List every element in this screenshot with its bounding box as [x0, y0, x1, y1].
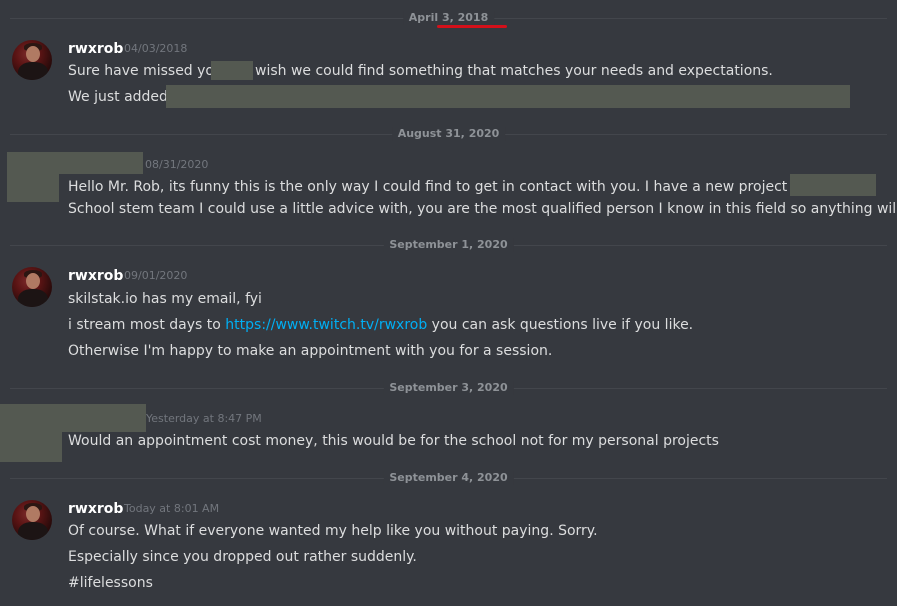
- redacted-username: [0, 404, 146, 432]
- date-divider-label: September 4, 2020: [383, 471, 514, 485]
- message-author[interactable]: rwxrob: [68, 267, 123, 285]
- message-line: wish we could find something that matche…: [255, 61, 773, 81]
- message-line: School stem team I could use a little ad…: [68, 199, 897, 219]
- message-text: Otherwise I'm happy to make an appointme…: [68, 343, 553, 359]
- message-line: #lifelessons: [68, 573, 153, 593]
- message-line: skilstak.io has my email, fyi: [68, 289, 262, 309]
- message-timestamp[interactable]: 04/03/2018: [124, 40, 187, 58]
- date-divider: September 3, 2020: [10, 381, 887, 395]
- twitch-link[interactable]: https://www.twitch.tv/rwxrob: [225, 317, 427, 333]
- avatar[interactable]: [12, 500, 52, 540]
- message-timestamp[interactable]: Today at 8:01 AM: [124, 500, 219, 518]
- date-divider: September 1, 2020: [10, 238, 887, 252]
- message-text: wish we could find something that matche…: [255, 63, 773, 79]
- message-line: Especially since you dropped out rather …: [68, 547, 417, 567]
- message-timestamp[interactable]: Yesterday at 8:47 PM: [146, 410, 262, 428]
- date-divider-label: April 3, 2018: [402, 11, 495, 25]
- message-line: Hello Mr. Rob, its funny this is the onl…: [68, 177, 838, 197]
- date-divider-label: September 3, 2020: [383, 381, 514, 395]
- redacted-text: [166, 85, 850, 108]
- chat-messages: April 3, 2018 rwxrob 04/03/2018 Sure hav…: [0, 0, 897, 606]
- message-text: School stem team I could use a little ad…: [68, 201, 897, 217]
- message-text: Especially since you dropped out rather …: [68, 549, 417, 565]
- message-text: Hello Mr. Rob, its funny this is the onl…: [68, 179, 839, 195]
- date-divider: April 3, 2018: [10, 11, 887, 25]
- avatar[interactable]: [12, 40, 52, 80]
- message-text: i stream most days to: [68, 317, 221, 333]
- message-timestamp[interactable]: 08/31/2020: [145, 156, 208, 174]
- redacted-school-name: [790, 174, 876, 196]
- date-divider: September 4, 2020: [10, 471, 887, 485]
- redacted-avatar: [0, 432, 62, 462]
- message-text: #lifelessons: [68, 575, 153, 591]
- message-text: Sure have missed you: [68, 63, 223, 79]
- date-divider: August 31, 2020: [10, 127, 887, 141]
- date-divider-label: August 31, 2020: [391, 127, 506, 141]
- message-author[interactable]: rwxrob: [68, 40, 123, 58]
- message-text: Of course. What if everyone wanted my he…: [68, 523, 598, 539]
- message-text: skilstak.io has my email, fyi: [68, 291, 262, 307]
- message-line: Of course. What if everyone wanted my he…: [68, 521, 598, 541]
- redacted-username: [7, 152, 143, 174]
- redacted-name: [211, 61, 253, 80]
- message-timestamp[interactable]: 09/01/2020: [124, 267, 187, 285]
- redacted-avatar: [7, 174, 59, 202]
- message-author[interactable]: rwxrob: [68, 500, 123, 518]
- red-underline-annotation: [437, 25, 507, 28]
- message-text: We just added: [68, 89, 168, 105]
- avatar[interactable]: [12, 267, 52, 307]
- message-line: i stream most days to https://www.twitch…: [68, 315, 693, 335]
- message-text: Would an appointment cost money, this wo…: [68, 433, 719, 449]
- message-line: Otherwise I'm happy to make an appointme…: [68, 341, 552, 361]
- message-text: you can ask questions live if you like.: [431, 317, 694, 333]
- date-divider-label: September 1, 2020: [383, 238, 514, 252]
- message-line: Sure have missed you: [68, 61, 223, 81]
- message-line: We just added: [68, 87, 168, 107]
- message-line: Would an appointment cost money, this wo…: [68, 431, 719, 451]
